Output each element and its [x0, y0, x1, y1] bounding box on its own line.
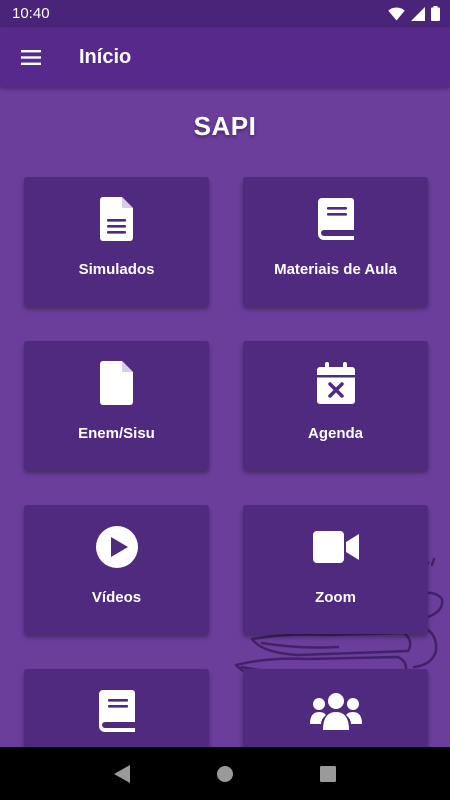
app-bar-title: Início: [79, 45, 132, 68]
card-book[interactable]: [24, 669, 209, 747]
book-icon: [317, 198, 354, 240]
card-label: Simulados: [78, 261, 155, 278]
card-label: Zoom: [315, 589, 356, 606]
card-agenda[interactable]: Agenda: [243, 341, 428, 470]
recents-icon: [320, 765, 337, 782]
card-users[interactable]: [243, 669, 428, 747]
card-label: Enem/Sisu: [78, 425, 155, 442]
card-simulados[interactable]: Simulados: [24, 177, 209, 306]
signal-icon: [411, 6, 425, 21]
hamburger-menu-icon: [21, 49, 41, 65]
card-enem-sisu[interactable]: Enem/Sisu: [24, 341, 209, 470]
back-icon: [113, 764, 130, 783]
calendar-x-icon: [316, 362, 355, 404]
status-time: 10:40: [12, 5, 50, 22]
status-icons: [388, 6, 440, 21]
back-button[interactable]: [102, 754, 142, 794]
home-button[interactable]: [205, 754, 245, 794]
card-materiais-de-aula[interactable]: Materiais de Aula: [243, 177, 428, 306]
card-label: Agenda: [307, 425, 363, 442]
card-zoom[interactable]: Zoom: [243, 505, 428, 634]
file-icon: [100, 361, 133, 405]
play-circle-icon: [95, 526, 138, 568]
wifi-icon: [388, 7, 405, 20]
app-bar: Início: [0, 27, 450, 87]
recents-button[interactable]: [308, 754, 348, 794]
card-label: Materiais de Aula: [274, 261, 397, 278]
card-label: Vídeos: [91, 589, 142, 606]
users-icon: [309, 693, 362, 730]
battery-icon: [431, 6, 440, 21]
video-camera-icon: [312, 531, 359, 563]
document-icon: [100, 197, 133, 241]
home-icon: [216, 765, 233, 782]
book-icon: [98, 690, 135, 732]
system-nav-bar: [0, 747, 450, 800]
status-bar: 10:40: [0, 0, 450, 27]
menu-button[interactable]: [0, 27, 62, 87]
page-title: SAPI: [193, 111, 257, 141]
main-content: SAPI Simulados Materiais de Aula Enem/Si…: [0, 87, 450, 747]
card-videos[interactable]: Vídeos: [24, 505, 209, 634]
